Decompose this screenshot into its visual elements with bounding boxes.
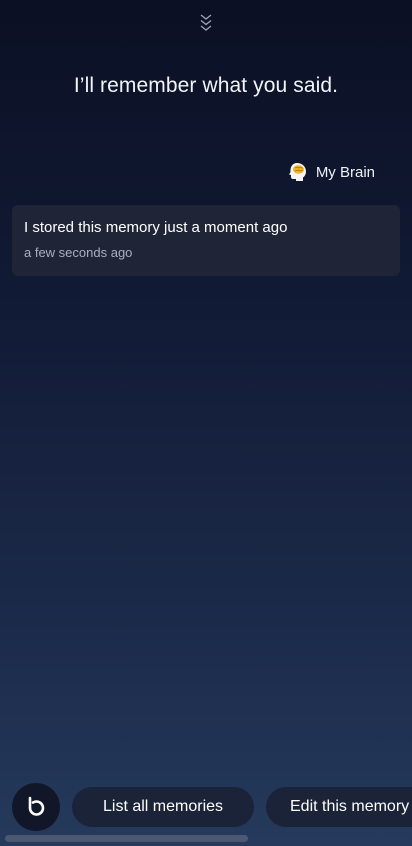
memory-card[interactable]: I stored this memory just a moment ago a…: [12, 205, 400, 276]
suggestion-list-all-memories[interactable]: List all memories: [72, 787, 254, 827]
source-capsule[interactable]: My Brain: [287, 160, 375, 184]
memory-timestamp: a few seconds ago: [24, 245, 133, 260]
bixby-icon: [28, 796, 45, 816]
horizontal-scrollbar[interactable]: [5, 835, 248, 842]
suggestion-edit-this-memory[interactable]: Edit this memory: [266, 787, 412, 827]
suggestion-bar: List all memories Edit this memory: [12, 783, 412, 831]
brain-icon: [288, 163, 306, 181]
double-chevron-down-icon: [200, 14, 212, 31]
assistant-button[interactable]: [12, 783, 60, 831]
memory-text: I stored this memory just a moment ago: [24, 219, 288, 236]
collapse-handle[interactable]: [0, 12, 412, 34]
source-label: My Brain: [315, 163, 375, 181]
response-headline: I’ll remember what you said.: [73, 74, 339, 97]
